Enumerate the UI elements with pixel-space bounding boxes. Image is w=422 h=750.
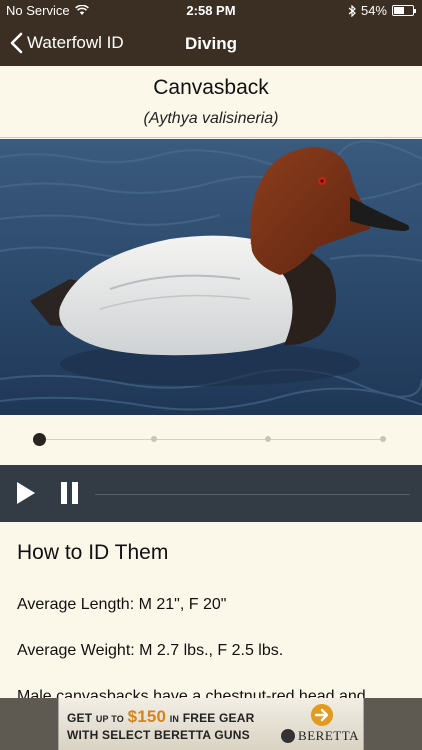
ad-creative[interactable]: GET UP TO $150 IN FREE GEAR WITH SELECT … (58, 698, 364, 750)
pager-track (40, 439, 382, 440)
species-name: Canvasback (153, 76, 269, 99)
play-icon[interactable] (16, 481, 36, 505)
audio-progress-bar[interactable] (95, 494, 410, 495)
ad-brand-name: BERETTA (298, 728, 359, 743)
pause-icon[interactable] (60, 481, 80, 505)
ad-headline-in: IN (169, 714, 180, 724)
ad-headline-up: UP TO (95, 714, 125, 724)
ad-headline-amount: $150 (127, 707, 167, 726)
pager-dot-4[interactable] (380, 436, 386, 442)
section-heading: How to ID Them (17, 541, 169, 564)
photo-pager (0, 415, 422, 465)
ad-brand-logo: BERETTA (281, 728, 359, 744)
ad-headline: GET UP TO $150 IN FREE GEAR (67, 707, 255, 727)
bluetooth-icon (348, 4, 356, 17)
ad-subline: WITH SELECT BERETTA GUNS (67, 728, 250, 742)
arrow-right-icon[interactable] (311, 704, 333, 726)
species-scientific-name: (Aythya valisineria) (143, 110, 279, 127)
species-description: How to ID Them Average Length: M 21", F … (0, 522, 422, 698)
battery-icon (392, 5, 416, 16)
battery-percent: 54% (360, 3, 387, 18)
pager-dot-2[interactable] (150, 436, 157, 442)
chevron-left-icon (10, 32, 23, 54)
status-right: 54% (348, 3, 416, 18)
pager-dot-1[interactable] (32, 432, 46, 446)
average-length: Average Length: M 21", F 20" (17, 596, 227, 613)
description-text: Male canvasbacks have a chestnut-red hea… (17, 688, 366, 698)
average-weight: Average Weight: M 2.7 lbs., F 2.5 lbs. (17, 642, 284, 659)
back-button-label: Waterfowl ID (27, 33, 124, 52)
species-photo[interactable] (0, 139, 422, 415)
ad-headline-post: FREE GEAR (182, 711, 255, 725)
audio-player (0, 465, 422, 522)
ad-banner[interactable]: GET UP TO $150 IN FREE GEAR WITH SELECT … (0, 698, 422, 750)
beretta-seal-icon (281, 729, 296, 743)
battery-fill (394, 7, 404, 14)
pager-dot-3[interactable] (265, 436, 272, 442)
navigation-bar: Waterfowl ID Diving (0, 22, 422, 66)
species-header: Canvasback (Aythya valisineria) (0, 66, 422, 138)
canvasback-duck-image (0, 139, 422, 415)
back-button[interactable]: Waterfowl ID (10, 32, 124, 54)
ad-headline-pre: GET (67, 711, 93, 725)
status-bar: No Service 2:58 PM 54% (0, 0, 422, 22)
